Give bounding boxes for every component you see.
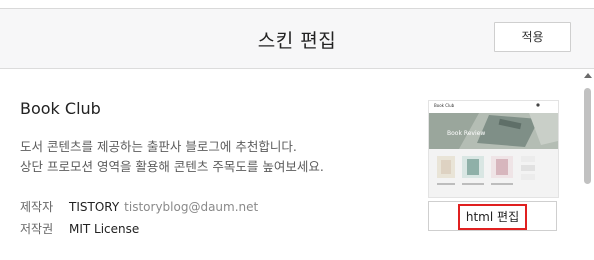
preview-banner-title: Book Review: [447, 130, 485, 137]
html-edit-label: html 편집: [457, 204, 528, 230]
skin-preview-thumbnail: Book Club Book Review: [428, 100, 559, 198]
maker-label: 제작자: [20, 200, 54, 214]
scroll-thumb[interactable]: [584, 88, 591, 184]
skin-description: 도서 콘텐츠를 제공하는 출판사 블로그에 추천합니다. 상단 프로모션 영역을…: [20, 137, 324, 177]
skin-description-line: 도서 콘텐츠를 제공하는 출판사 블로그에 추천합니다.: [20, 139, 297, 154]
top-border: [0, 0, 594, 9]
maker-row: 제작자 TISTORY tistoryblog@daum.net: [20, 198, 258, 215]
skin-info-panel: Book Club 도서 콘텐츠를 제공하는 출판사 블로그에 추천합니다. 상…: [0, 69, 594, 260]
scroll-up-arrow-icon[interactable]: [584, 73, 592, 78]
apply-button[interactable]: 적용: [494, 22, 571, 52]
html-edit-button[interactable]: html 편집: [428, 201, 557, 231]
editor-header: 스킨 편집 적용: [0, 9, 594, 69]
license-label: 저작권: [20, 222, 54, 236]
maker-email: tistoryblog@daum.net: [124, 200, 259, 214]
maker-name: TISTORY: [69, 200, 120, 214]
license-value: MIT License: [69, 222, 140, 236]
skin-preview-image: Book Club Book Review: [429, 101, 558, 197]
skin-name: Book Club: [20, 99, 101, 118]
license-row: 저작권 MIT License: [20, 220, 139, 237]
skin-description-line: 상단 프로모션 영역을 활용해 콘텐츠 주목도를 높여보세요.: [20, 159, 324, 174]
vertical-scrollbar[interactable]: [581, 69, 594, 260]
preview-logo: Book Club: [434, 103, 455, 108]
